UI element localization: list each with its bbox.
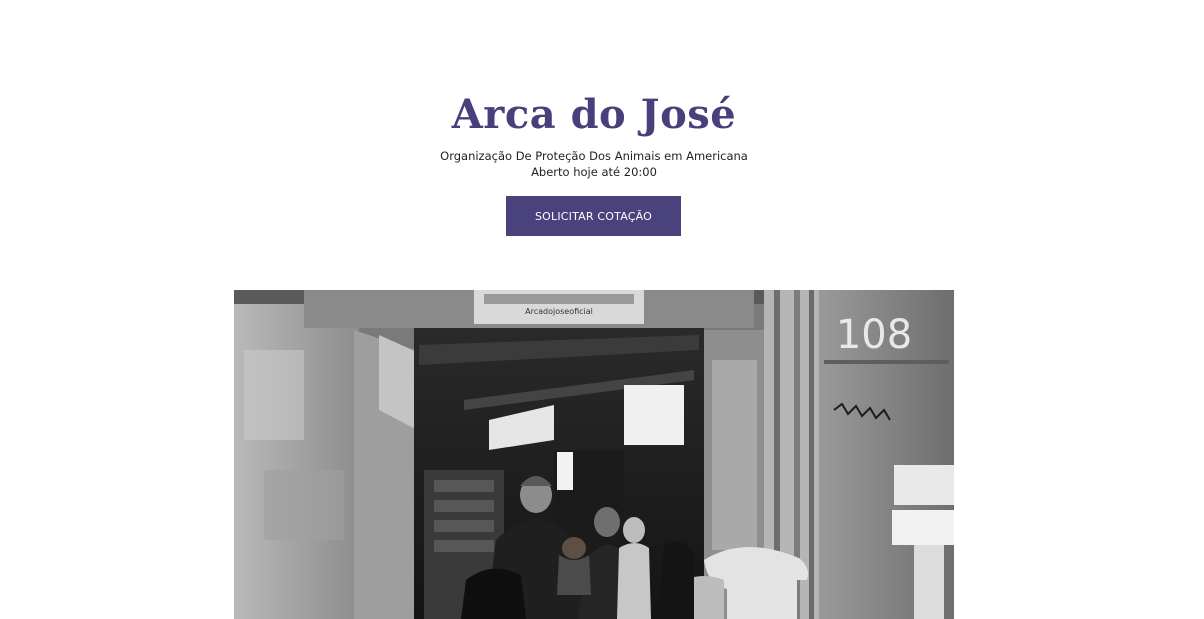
- wall-number: 108: [836, 312, 912, 358]
- sign-text: Arcadojoseoficial: [525, 307, 593, 316]
- business-hours: Aberto hoje até 20:00: [531, 165, 657, 179]
- business-category: Organização De Proteção Dos Animais em A…: [440, 149, 748, 163]
- request-quote-button[interactable]: SOLICITAR COTAÇÃO: [506, 196, 681, 236]
- business-title: Arca do José: [451, 91, 737, 138]
- hero-photo: Arcadojoseoficial 108: [234, 290, 954, 619]
